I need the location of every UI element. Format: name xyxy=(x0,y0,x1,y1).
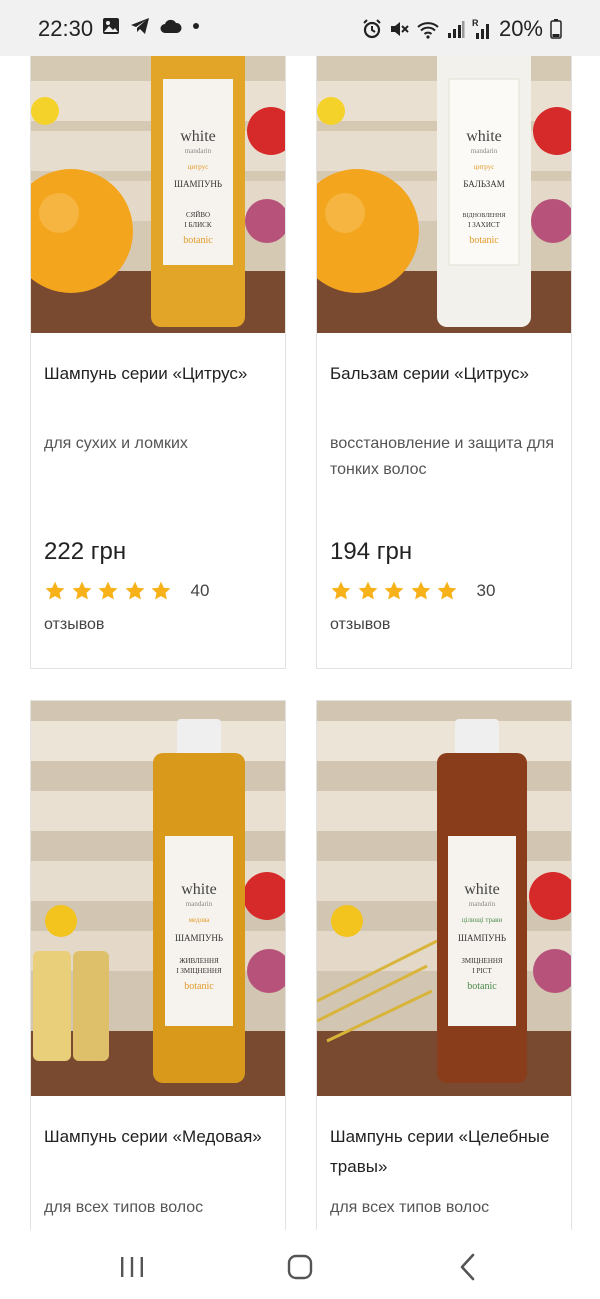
svg-text:botanic: botanic xyxy=(183,235,213,246)
svg-text:І ЗАХИСТ: І ЗАХИСТ xyxy=(468,221,500,229)
svg-text:ЗМІЦНЕННЯ: ЗМІЦНЕННЯ xyxy=(461,957,503,965)
svg-text:ШАМПУНЬ: ШАМПУНЬ xyxy=(175,933,223,943)
svg-text:R: R xyxy=(472,18,479,28)
status-time: 22:30 xyxy=(38,16,94,41)
svg-text:botanic: botanic xyxy=(467,981,497,992)
svg-text:mandarin: mandarin xyxy=(186,900,213,908)
cloud-icon xyxy=(160,19,182,33)
svg-text:БАЛЬЗАМ: БАЛЬЗАМ xyxy=(463,179,505,189)
svg-text:botanic: botanic xyxy=(184,981,214,992)
svg-text:цитрус: цитрус xyxy=(188,163,209,171)
recent-apps-icon xyxy=(121,1257,143,1277)
svg-text:botanic: botanic xyxy=(469,235,499,246)
svg-text:white: white xyxy=(181,881,217,898)
product-title[interactable]: Шампунь серии «Цитрус» xyxy=(44,359,274,389)
home-button[interactable] xyxy=(280,1252,320,1282)
back-button[interactable] xyxy=(448,1252,488,1282)
svg-text:медова: медова xyxy=(189,916,211,924)
star-icon xyxy=(151,581,171,600)
product-price: 222 грн xyxy=(44,538,127,565)
wifi-icon xyxy=(417,22,439,39)
star-icon xyxy=(45,581,65,600)
product-image[interactable]: white mandarin медова ШАМПУНЬ ЖИВЛЕННЯ І… xyxy=(31,701,285,1096)
product-title[interactable]: Бальзам серии «Цитрус» xyxy=(330,359,560,389)
svg-text:mandarin: mandarin xyxy=(471,147,498,155)
product-subtitle: восстановление и защита для тонких волос xyxy=(330,435,555,478)
product-grid: white mandarin цитрус ШАМПУНЬ СЯЙВО І БЛ… xyxy=(0,0,600,1230)
svg-text:І ЗМІЦНЕННЯ: І ЗМІЦНЕННЯ xyxy=(176,967,222,975)
review-count: 40 xyxy=(190,581,210,600)
star-icon xyxy=(411,581,430,600)
product-title[interactable]: Шампунь серии «Медовая» xyxy=(44,1122,274,1152)
signal-icon xyxy=(447,21,465,38)
product-image[interactable]: white mandarin цілющі трави ШАМПУНЬ ЗМІЦ… xyxy=(317,701,571,1096)
product-price: 194 грн xyxy=(330,538,413,565)
svg-text:white: white xyxy=(466,128,502,145)
telegram-icon xyxy=(131,18,149,34)
reviews-label: отзывов xyxy=(330,616,391,633)
svg-text:mandarin: mandarin xyxy=(469,900,496,908)
mute-icon xyxy=(390,22,409,36)
svg-text:ВІДНОВЛЕННЯ: ВІДНОВЛЕННЯ xyxy=(463,213,506,219)
rating-stars: 40 xyxy=(44,580,209,602)
product-subtitle: для всех типов волос xyxy=(330,1199,490,1216)
gallery-icon xyxy=(103,18,119,34)
star-icon xyxy=(358,581,377,600)
product-subtitle: для всех типов волос xyxy=(44,1199,204,1216)
svg-text:цитрус: цитрус xyxy=(474,163,495,171)
review-count: 30 xyxy=(476,581,496,600)
battery-percentage: 20% xyxy=(498,16,543,41)
svg-text:ЖИВЛЕННЯ: ЖИВЛЕННЯ xyxy=(179,957,219,965)
svg-text:І РІСТ: І РІСТ xyxy=(472,967,492,975)
roaming-signal-icon: R xyxy=(472,18,489,39)
alarm-icon xyxy=(363,19,381,39)
product-card[interactable]: white mandarin цитрус ШАМПУНЬ СЯЙВО І БЛ… xyxy=(30,0,286,669)
svg-text:цілющі трави: цілющі трави xyxy=(462,916,503,924)
svg-text:white: white xyxy=(180,128,216,145)
svg-text:white: white xyxy=(464,881,500,898)
home-icon xyxy=(287,1254,313,1280)
star-icon xyxy=(331,581,351,600)
svg-text:ШАМПУНЬ: ШАМПУНЬ xyxy=(458,933,506,943)
back-icon xyxy=(460,1253,475,1281)
star-icon xyxy=(437,581,457,600)
status-bar: 22:30 R 20% xyxy=(0,0,600,56)
star-icon xyxy=(98,581,118,600)
reviews-label: отзывов xyxy=(44,616,105,633)
svg-text:І БЛИСК: І БЛИСК xyxy=(184,221,211,229)
dot-icon xyxy=(193,23,199,29)
star-icon xyxy=(72,581,91,600)
product-subtitle: для сухих и ломких xyxy=(44,435,188,452)
svg-text:ШАМПУНЬ: ШАМПУНЬ xyxy=(174,179,222,189)
battery-icon xyxy=(550,19,562,39)
product-card[interactable]: white mandarin цілющі трави ШАМПУНЬ ЗМІЦ… xyxy=(316,700,572,1230)
system-icons: R 20% xyxy=(362,16,562,42)
product-card[interactable]: white mandarin цитрус БАЛЬЗАМ ВІДНОВЛЕНН… xyxy=(316,0,572,669)
star-icon xyxy=(384,581,404,600)
product-title[interactable]: Шампунь серии «Целебные травы» xyxy=(330,1122,560,1182)
rating-stars: 30 xyxy=(330,580,495,602)
product-card[interactable]: white mandarin медова ШАМПУНЬ ЖИВЛЕННЯ І… xyxy=(30,700,286,1230)
svg-text:СЯЙВО: СЯЙВО xyxy=(186,211,210,219)
svg-text:mandarin: mandarin xyxy=(185,147,212,155)
star-icon xyxy=(125,581,144,600)
navigation-bar xyxy=(0,1230,600,1299)
notification-icons xyxy=(102,17,200,35)
recent-apps-button[interactable] xyxy=(112,1252,152,1282)
